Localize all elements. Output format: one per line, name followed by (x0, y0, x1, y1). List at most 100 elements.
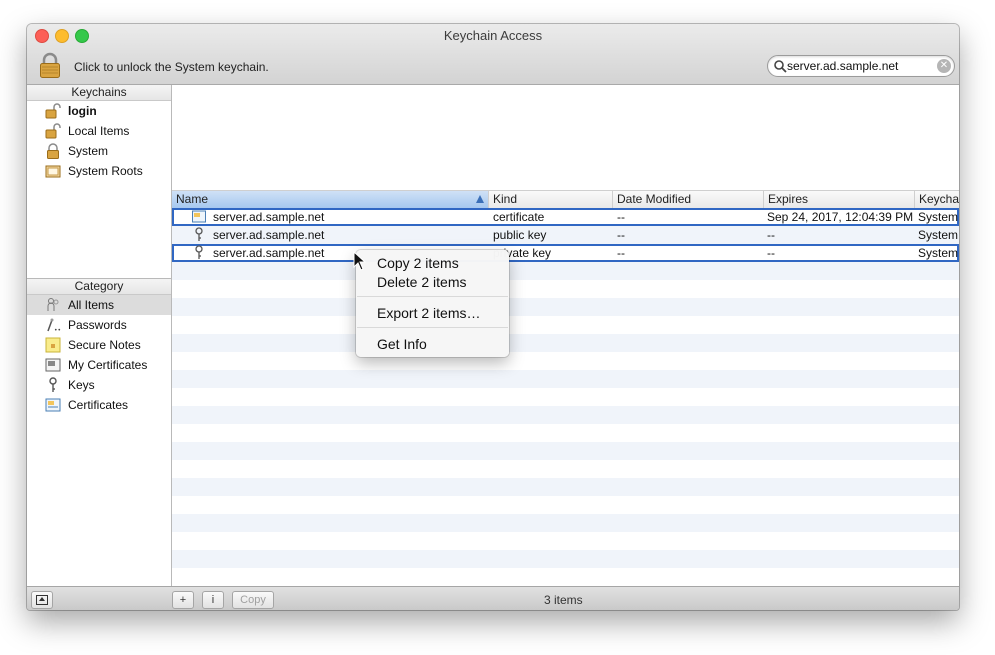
column-header: Name Kind Date Modified Expires Keychain (172, 190, 959, 209)
key-icon (195, 227, 203, 241)
empty-row (172, 316, 959, 334)
item-list-pane: Name Kind Date Modified Expires Keychain… (172, 85, 959, 586)
sort-ascending-icon (476, 195, 484, 203)
menu-item-copy[interactable]: Copy 2 items (356, 254, 509, 272)
table-row[interactable]: server.ad.sample.net certificate -- Sep … (172, 208, 959, 226)
column-kind[interactable]: Kind (489, 191, 613, 208)
sidebar-item-secure-notes[interactable]: Secure Notes (27, 335, 171, 355)
menu-separator (357, 296, 508, 297)
row-date-modified: -- (617, 228, 625, 242)
cabinet-icon (45, 165, 61, 178)
sidebar-item-local-items[interactable]: Local Items (27, 121, 171, 141)
empty-row (172, 478, 959, 496)
table-row[interactable]: server.ad.sample.net private key -- -- S… (172, 244, 959, 262)
search-input[interactable]: server.ad.sample.net (787, 59, 898, 73)
sidebar-item-keys[interactable]: Keys (27, 375, 171, 395)
certificate-icon (192, 210, 206, 223)
menu-item-get-info[interactable]: Get Info (356, 335, 509, 353)
empty-row (172, 406, 959, 424)
row-name: server.ad.sample.net (213, 228, 325, 242)
status-bar: + i Copy 3 items (27, 586, 959, 610)
empty-row (172, 532, 959, 550)
empty-row (172, 352, 959, 370)
row-name: server.ad.sample.net (213, 210, 325, 224)
sidebar-item-system[interactable]: System (27, 141, 171, 161)
row-expires: Sep 24, 2017, 12:04:39 PM (767, 210, 913, 224)
eject-icon (36, 595, 48, 605)
lock-open-icon (45, 123, 61, 139)
search-field[interactable]: server.ad.sample.net ✕ (767, 55, 955, 77)
column-name[interactable]: Name (172, 191, 489, 208)
certificate-icon (45, 398, 61, 412)
note-icon (45, 337, 61, 353)
menu-item-export[interactable]: Export 2 items… (356, 304, 509, 322)
category-header: Category (27, 279, 171, 295)
empty-row (172, 334, 959, 352)
show-sidebar-button[interactable] (31, 591, 53, 609)
certificate-icon (45, 358, 61, 372)
row-expires: -- (767, 228, 775, 242)
svg-text:•••: ••• (54, 327, 61, 333)
unlock-message[interactable]: Click to unlock the System keychain. (74, 60, 269, 74)
empty-row (172, 442, 959, 460)
empty-row (172, 298, 959, 316)
sidebar-item-label: System Roots (68, 164, 143, 178)
lock-open-icon (45, 103, 61, 119)
item-count: 3 items (544, 593, 583, 607)
empty-row (172, 460, 959, 478)
empty-row (172, 262, 959, 280)
empty-row (172, 370, 959, 388)
sidebar-item-system-roots[interactable]: System Roots (27, 161, 171, 181)
sidebar: Keychains login Local Items System Syste… (27, 85, 172, 586)
column-keychain[interactable]: Keychain (915, 191, 959, 208)
mouse-pointer-icon (353, 251, 367, 271)
menu-item-delete[interactable]: Delete 2 items (356, 273, 509, 291)
sidebar-item-label: System (68, 144, 109, 158)
row-date-modified: -- (617, 246, 625, 260)
sidebar-item-label: login (68, 104, 97, 118)
row-keychain: System (918, 246, 958, 260)
clear-search-icon[interactable]: ✕ (937, 59, 951, 73)
empty-row (172, 388, 959, 406)
menu-separator (357, 327, 508, 328)
get-info-button[interactable]: i (202, 591, 224, 609)
sidebar-item-login[interactable]: login (27, 101, 171, 121)
empty-row (172, 496, 959, 514)
key-icon (195, 245, 203, 259)
add-item-button[interactable]: + (172, 591, 194, 609)
people-icon (47, 298, 59, 311)
column-date-modified[interactable]: Date Modified (613, 191, 764, 208)
sidebar-item-label: Local Items (68, 124, 130, 138)
search-icon (774, 60, 787, 73)
row-kind: public key (493, 228, 547, 242)
empty-row (172, 568, 959, 586)
sidebar-item-my-certificates[interactable]: My Certificates (27, 355, 171, 375)
context-menu: Copy 2 items Delete 2 items Export 2 ite… (356, 250, 509, 357)
copy-button[interactable]: Copy (232, 591, 274, 609)
row-expires: -- (767, 246, 775, 260)
empty-row (172, 550, 959, 568)
lock-closed-icon (47, 143, 59, 159)
row-keychain: System (918, 228, 958, 242)
key-icon (49, 377, 57, 392)
sidebar-item-certificates[interactable]: Certificates (27, 395, 171, 415)
row-date-modified: -- (617, 210, 625, 224)
column-expires[interactable]: Expires (764, 191, 915, 208)
window-title: Keychain Access (443, 28, 543, 43)
keychains-header: Keychains (27, 85, 171, 101)
column-name-label: Name (176, 192, 209, 206)
sidebar-item-all-items[interactable]: All Items (27, 295, 171, 315)
key-pen-icon: ••• (47, 318, 61, 333)
empty-row (172, 424, 959, 442)
sidebar-item-label: Keys (68, 378, 95, 392)
sidebar-item-label: Passwords (68, 318, 127, 332)
sidebar-item-label: All Items (68, 298, 115, 312)
sidebar-item-label: Secure Notes (68, 338, 141, 352)
sidebar-item-passwords[interactable]: ••• Passwords (27, 315, 171, 335)
row-kind: certificate (493, 210, 545, 224)
lock-icon[interactable] (39, 52, 61, 78)
row-kind: private key (493, 246, 552, 260)
row-keychain: System (918, 210, 958, 224)
table-row[interactable]: server.ad.sample.net public key -- -- Sy… (172, 226, 959, 244)
empty-row (172, 280, 959, 298)
